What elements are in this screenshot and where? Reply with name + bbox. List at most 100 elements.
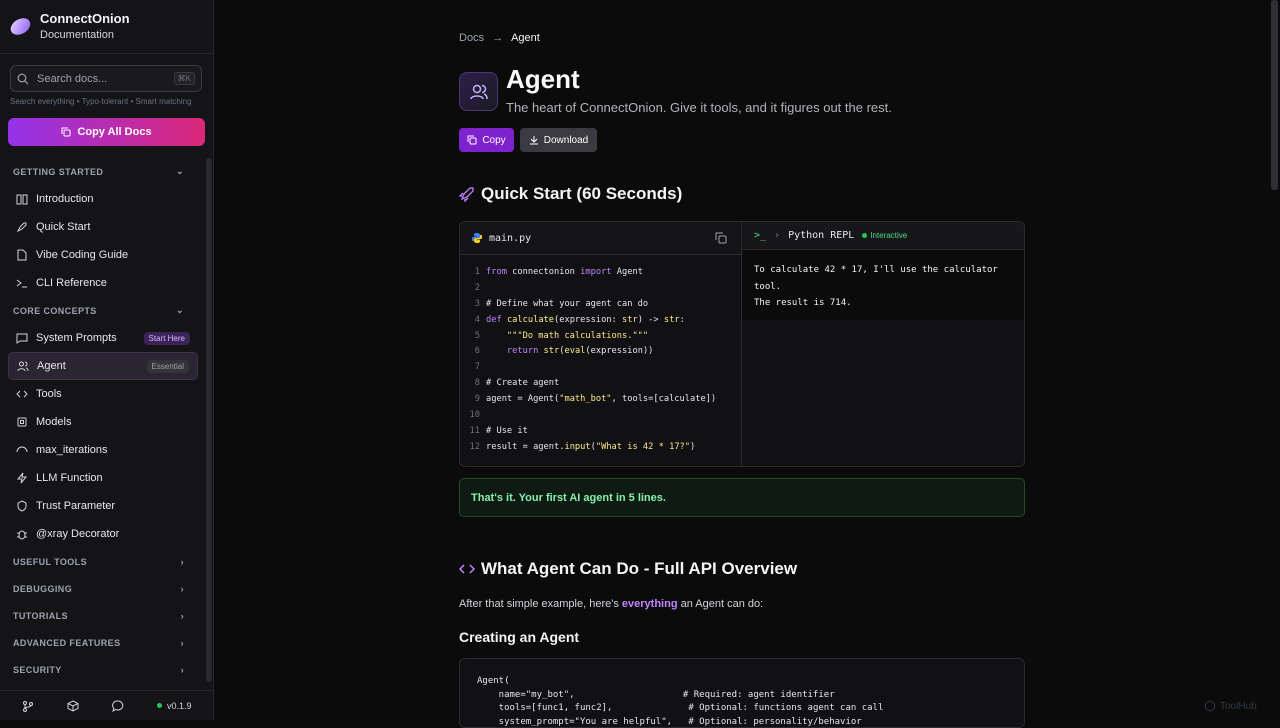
code-lines: 1 from connectonion import Agent 2 3 # Def… — [460, 255, 741, 458]
sidebar-item-cli-reference[interactable]: CLI Reference — [8, 269, 198, 297]
sidebar-item-label: Tools — [36, 388, 62, 400]
github-icon[interactable] — [22, 700, 34, 712]
sidebar-item-label: Vibe Coding Guide — [36, 249, 129, 261]
python-icon — [472, 233, 482, 243]
section-getting-started[interactable]: GETTING STARTED ⌄ — [0, 158, 206, 185]
repl-output: To calculate 42 * 17, I'll use the calcu… — [743, 250, 1024, 320]
connectonion-logo-icon — [7, 14, 34, 39]
download-icon — [529, 136, 538, 145]
package-icon[interactable] — [67, 699, 79, 712]
book-icon — [16, 194, 28, 205]
copy-all-docs-button[interactable]: Copy All Docs — [8, 118, 205, 146]
bolt-icon — [16, 472, 28, 484]
section-title: GETTING STARTED — [13, 166, 104, 177]
creating-agent-heading: Creating an Agent — [459, 629, 580, 645]
sidebar-item-introduction[interactable]: Introduction — [8, 185, 198, 213]
sidebar-item-system-prompts[interactable]: System Prompts Start Here — [8, 324, 198, 352]
section-title: DEBUGGING — [13, 583, 73, 594]
copy-label: Copy — [482, 134, 506, 146]
repl-line: tool. — [754, 281, 782, 292]
sidebar-scrollbar[interactable] — [206, 158, 212, 682]
chat-icon[interactable] — [112, 700, 124, 712]
sidebar-nav: GETTING STARTED ⌄ Introduction Quick Star… — [0, 158, 206, 683]
page-title: Agent — [506, 64, 580, 94]
chevron-right-icon: › — [774, 230, 781, 241]
chevron-right-icon: › — [180, 610, 184, 621]
intro-highlight: everything — [621, 598, 678, 610]
sidebar-footer: v0.1.9 — [0, 690, 214, 720]
section-core-concepts[interactable]: CORE CONCEPTS ⌄ — [0, 297, 206, 324]
essential-badge: Essential — [146, 359, 189, 373]
code-line: 3 # Define what your agent can do — [474, 298, 649, 309]
interactive-badge: Interactive — [862, 231, 907, 240]
sidebar-item-label: Models — [36, 416, 72, 428]
sidebar-item-quick-start[interactable]: Quick Start — [8, 213, 198, 241]
sidebar-item-label: max_iterations — [36, 444, 108, 456]
section-tutorials[interactable]: TUTORIALS › — [0, 602, 206, 629]
code-icon — [459, 564, 475, 574]
sidebar-item-agent[interactable]: Agent Essential — [8, 352, 198, 380]
copy-icon — [61, 127, 71, 137]
copy-page-button[interactable]: Copy — [459, 128, 514, 152]
brand-subtitle: Documentation — [40, 28, 114, 41]
chevron-right-icon: › — [180, 637, 184, 648]
sidebar-item-xray-decorator[interactable]: @xray Decorator — [8, 520, 198, 548]
arrow-right-icon: → — [492, 32, 504, 44]
sidebar: ConnectOnion Documentation Search docs..… — [0, 0, 214, 720]
loop-icon — [16, 446, 28, 453]
watermark-text: ToolHub — [1220, 700, 1257, 712]
creating-agent-code: Agent( name="my_bot", # Required: agent … — [459, 658, 1025, 728]
repl-header: >_ › Python REPL Interactive — [743, 222, 1024, 250]
sidebar-item-label: Quick Start — [36, 221, 91, 233]
code-line: 4 def calculate(expression: str) -> str: — [474, 314, 685, 325]
repl-title: Python REPL — [788, 230, 855, 241]
code-panel: main.py 1 from connectonion import Agent … — [460, 222, 742, 466]
brand-title: ConnectOnion — [40, 10, 130, 26]
users-icon — [17, 361, 29, 372]
copy-code-icon[interactable] — [715, 232, 727, 244]
page-subtitle: The heart of ConnectOnion. Give it tools… — [506, 100, 892, 115]
sidebar-item-tools[interactable]: Tools — [8, 380, 198, 408]
heading-text: What Agent Can Do - Full API Overview — [481, 559, 798, 578]
sidebar-item-llm-function[interactable]: LLM Function — [8, 464, 198, 492]
section-advanced-features[interactable]: ADVANCED FEATURES › — [0, 629, 206, 656]
watermark-logo-icon — [1205, 700, 1215, 712]
section-title: CORE CONCEPTS — [13, 305, 97, 316]
breadcrumb-docs[interactable]: Docs — [459, 32, 484, 44]
section-title: SECURITY — [13, 664, 62, 675]
sidebar-item-label: System Prompts — [36, 332, 117, 344]
watermark: ToolHub — [1204, 700, 1257, 712]
code-line: 12 result = agent.input("What is 42 * 17?… — [469, 441, 696, 452]
agent-users-icon — [459, 72, 498, 111]
shield-icon — [17, 500, 27, 512]
sidebar-item-label: CLI Reference — [36, 277, 107, 289]
sidebar-item-label: Trust Parameter — [36, 500, 116, 512]
download-button[interactable]: Download — [520, 128, 597, 152]
status-dot-icon — [157, 703, 162, 708]
section-title: USEFUL TOOLS — [13, 556, 87, 567]
section-debugging[interactable]: DEBUGGING › — [0, 575, 206, 602]
section-useful-tools[interactable]: USEFUL TOOLS › — [0, 548, 206, 575]
search-shortcut: ⌘K — [173, 72, 195, 85]
quick-start-heading: Quick Start (60 Seconds) — [459, 184, 682, 204]
sidebar-item-max-iterations[interactable]: max_iterations — [8, 436, 198, 464]
chevron-right-icon: › — [180, 664, 184, 675]
sidebar-item-vibe-coding-guide[interactable]: Vibe Coding Guide — [8, 241, 198, 269]
section-security[interactable]: SECURITY › — [0, 656, 206, 683]
terminal-icon: >_ — [754, 230, 767, 241]
brand[interactable]: ConnectOnion Documentation — [0, 0, 213, 54]
terminal-icon — [16, 279, 27, 288]
sidebar-item-trust-parameter[interactable]: Trust Parameter — [8, 492, 198, 520]
copy-icon — [467, 135, 477, 145]
sidebar-item-models[interactable]: Models — [8, 408, 198, 436]
version-label: v0.1.9 — [167, 700, 192, 711]
search-input[interactable]: Search docs... ⌘K — [10, 65, 202, 92]
version-indicator: v0.1.9 — [157, 701, 192, 711]
rocket-icon — [16, 222, 27, 233]
download-label: Download — [543, 134, 589, 146]
section-title: TUTORIALS — [13, 610, 68, 621]
code-line: 6 return str(eval(expression)) — [474, 346, 654, 357]
code-header: main.py — [460, 222, 741, 255]
filename: main.py — [489, 232, 532, 244]
page-scrollbar[interactable] — [1271, 0, 1278, 190]
